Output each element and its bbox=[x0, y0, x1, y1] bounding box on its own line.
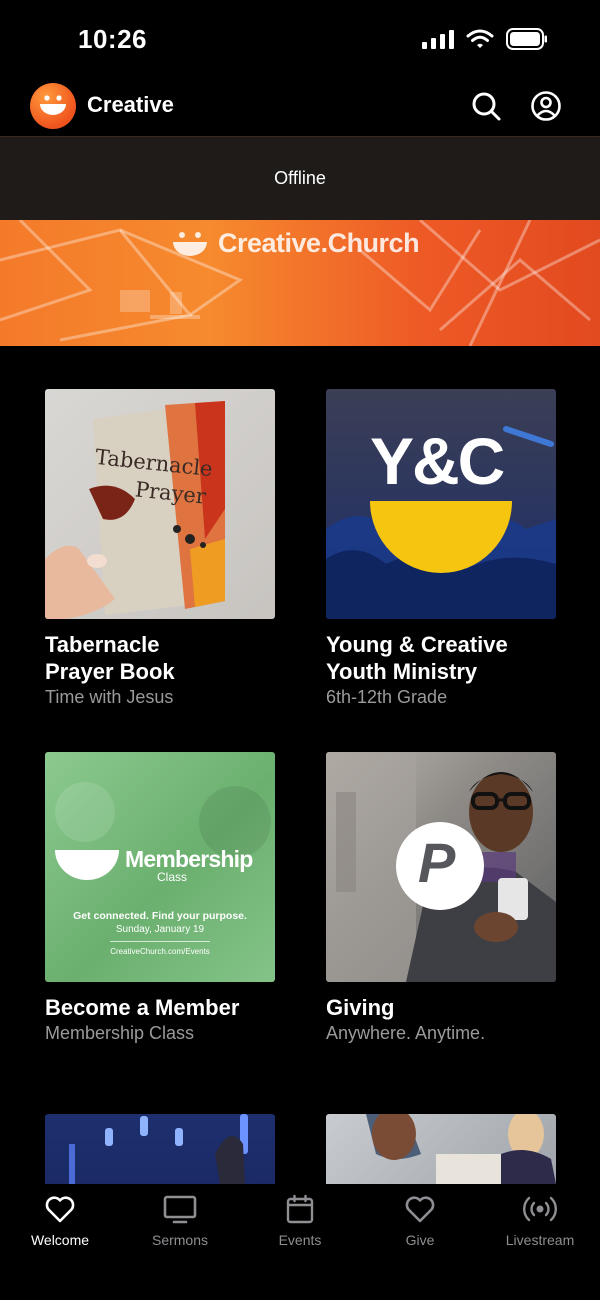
tab-welcome[interactable]: Welcome bbox=[0, 1194, 120, 1248]
card-prayer-book[interactable]: Tabernacle Prayer Tabernacle Prayer Book… bbox=[45, 389, 275, 708]
card-thumbnail: Membership Class Get connected. Find you… bbox=[45, 752, 275, 982]
tab-livestream[interactable]: Livestream bbox=[480, 1194, 600, 1248]
card-subtitle: Anywhere. Anytime. bbox=[326, 1023, 486, 1043]
card-title: Young & Creative Youth Ministry bbox=[326, 632, 508, 684]
status-icons bbox=[422, 28, 548, 50]
card-subtitle: Membership Class bbox=[45, 1023, 195, 1043]
user-icon bbox=[531, 91, 561, 121]
card-youth-ministry[interactable]: Y&C Young & Creative Youth Ministry 6th-… bbox=[326, 389, 556, 708]
heart-outline-icon bbox=[405, 1196, 435, 1223]
status-time: 10:26 bbox=[78, 24, 147, 54]
banner-brand: Creative.Church bbox=[172, 228, 420, 259]
app-logo[interactable] bbox=[30, 83, 76, 129]
battery-icon bbox=[506, 28, 547, 50]
wifi-icon bbox=[466, 29, 494, 48]
smile-logo-icon bbox=[173, 231, 207, 256]
signal-icon bbox=[422, 30, 454, 49]
card-membership[interactable]: Membership Class Get connected. Find you… bbox=[45, 752, 275, 1044]
giving-badge-letter: P bbox=[418, 831, 456, 894]
membership-line2: Sunday, January 19 bbox=[115, 924, 205, 935]
card-subtitle: 6th-12th Grade bbox=[326, 687, 448, 707]
app-title: Creative bbox=[87, 92, 174, 117]
tv-icon bbox=[163, 1195, 197, 1224]
membership-line3: CreativeChurch.com/Events bbox=[110, 947, 210, 956]
tab-events[interactable]: Events bbox=[240, 1194, 360, 1248]
search-icon bbox=[472, 92, 501, 121]
smile-logo-icon bbox=[40, 95, 66, 115]
membership-divider bbox=[110, 941, 210, 942]
membership-line1: Get connected. Find your purpose. bbox=[73, 910, 247, 922]
tab-label: Sermons bbox=[151, 1232, 209, 1248]
tab-give[interactable]: Give bbox=[360, 1194, 480, 1248]
tab-label: Events bbox=[278, 1232, 322, 1248]
heart-icon bbox=[45, 1196, 75, 1223]
tab-label: Give bbox=[405, 1232, 435, 1248]
app-header: Creative bbox=[0, 78, 600, 136]
tab-sermons[interactable]: Sermons bbox=[120, 1194, 240, 1248]
membership-heading: Membership bbox=[125, 846, 253, 872]
card-title: Become a Member bbox=[45, 995, 240, 1020]
offline-banner: Offline bbox=[0, 136, 600, 220]
card-thumbnail: P bbox=[326, 752, 556, 982]
card-title: Tabernacle Prayer Book bbox=[45, 632, 175, 684]
bottom-tab-bar: Welcome Sermons Events Give Livestream bbox=[0, 1184, 600, 1300]
offline-text: Offline bbox=[274, 168, 326, 188]
membership-sub: Class bbox=[157, 870, 188, 884]
status-bar: 10:26 bbox=[0, 0, 600, 78]
card-thumbnail: Y&C bbox=[326, 389, 556, 619]
broadcast-icon bbox=[523, 1196, 557, 1222]
tab-label: Welcome bbox=[30, 1232, 90, 1248]
card-giving[interactable]: P Giving Anywhere. Anytime. bbox=[326, 752, 556, 1044]
tab-label: Livestream bbox=[505, 1232, 575, 1248]
card-thumbnail: Tabernacle Prayer bbox=[45, 389, 275, 619]
banner-brand-text: Creative.Church bbox=[218, 228, 420, 258]
card-title: Giving bbox=[326, 995, 395, 1020]
profile-button[interactable] bbox=[530, 90, 562, 122]
hero-banner[interactable]: Creative.Church bbox=[0, 220, 600, 346]
youth-logo-text: Y&C bbox=[370, 424, 505, 498]
calendar-icon bbox=[286, 1194, 314, 1224]
search-button[interactable] bbox=[470, 90, 502, 122]
card-subtitle: Time with Jesus bbox=[45, 687, 174, 707]
